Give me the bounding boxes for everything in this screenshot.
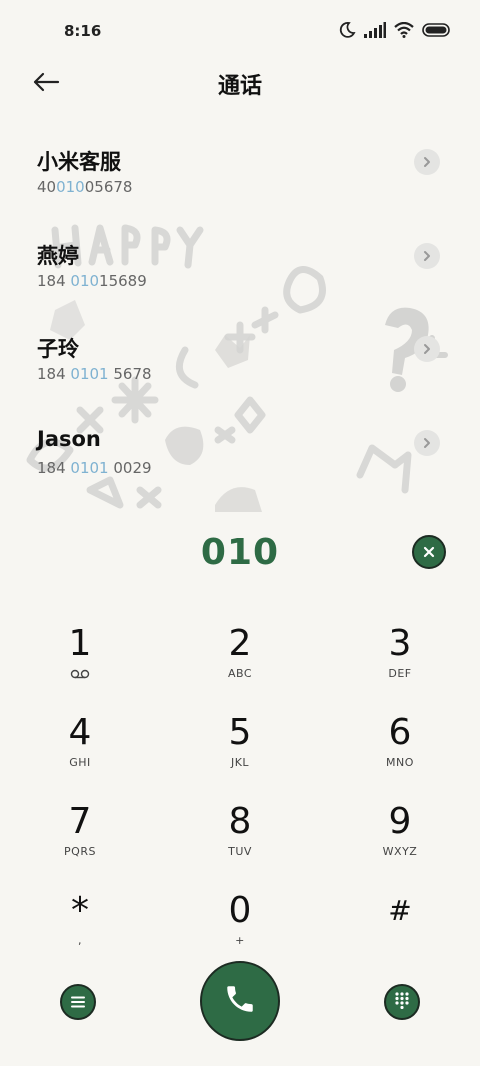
key-7[interactable]: 7 PQRS bbox=[0, 790, 160, 879]
key-letters: DEF bbox=[388, 667, 412, 680]
key-star[interactable]: * , bbox=[0, 879, 160, 968]
chevron-right-icon bbox=[421, 153, 433, 172]
chevron-right-icon bbox=[421, 247, 433, 266]
key-6[interactable]: 6 MNO bbox=[320, 701, 480, 790]
contact-details-button[interactable] bbox=[414, 149, 440, 175]
close-icon bbox=[423, 543, 435, 562]
key-1[interactable]: 1 bbox=[0, 612, 160, 701]
key-digit: 1 bbox=[68, 623, 92, 664]
key-digit: 3 bbox=[388, 623, 412, 664]
key-3[interactable]: 3 DEF bbox=[320, 612, 480, 701]
key-digit: 0 bbox=[228, 890, 252, 931]
matched-digits: 0101 bbox=[70, 459, 109, 477]
contact-details-button[interactable] bbox=[414, 243, 440, 269]
phone-icon bbox=[223, 982, 257, 1020]
contact-number: 184 0101 0029 bbox=[37, 459, 152, 477]
menu-icon bbox=[71, 993, 85, 1012]
key-8[interactable]: 8 TUV bbox=[160, 790, 320, 879]
contact-details-button[interactable] bbox=[414, 430, 440, 456]
key-letters: ABC bbox=[227, 667, 253, 680]
matched-digits: 0101 bbox=[70, 365, 109, 383]
status-time: 8:16 bbox=[64, 22, 102, 40]
key-digit: 9 bbox=[388, 801, 412, 842]
key-digit: 8 bbox=[228, 801, 252, 842]
menu-button[interactable] bbox=[60, 984, 96, 1020]
dialpad-icon bbox=[394, 991, 410, 1013]
dial-keypad: 1 2 ABC 3 DEF 4 GHI 5 JKL 6 MNO 7 PQRS 8… bbox=[0, 612, 480, 968]
moon-icon bbox=[338, 21, 356, 39]
contact-name: 小米客服 bbox=[37, 150, 121, 174]
key-2[interactable]: 2 ABC bbox=[160, 612, 320, 701]
key-5[interactable]: 5 JKL bbox=[160, 701, 320, 790]
page-title: 通话 bbox=[217, 74, 262, 99]
call-button[interactable] bbox=[200, 961, 280, 1041]
app-bar: 通话 bbox=[0, 62, 480, 106]
contact-result[interactable]: Jason 184 0101 0029 bbox=[0, 411, 480, 499]
battery-icon bbox=[422, 23, 452, 37]
contact-number: 184 0101 5678 bbox=[37, 365, 152, 383]
key-letters: JKL bbox=[230, 756, 250, 769]
key-digit: 2 bbox=[228, 623, 252, 664]
delete-button[interactable] bbox=[412, 535, 446, 569]
key-letters: , bbox=[78, 934, 82, 947]
chevron-right-icon bbox=[421, 434, 433, 453]
wifi-icon bbox=[394, 22, 414, 38]
status-bar: 8:16 bbox=[0, 0, 480, 62]
key-digit: # bbox=[388, 894, 412, 927]
key-digit: 5 bbox=[228, 712, 252, 753]
contact-name: 燕婷 bbox=[37, 244, 79, 268]
key-digit: 7 bbox=[68, 801, 92, 842]
voicemail-icon bbox=[0, 669, 160, 679]
dialpad-toggle-button[interactable] bbox=[384, 984, 420, 1020]
contact-result[interactable]: 燕婷 184 01015689 bbox=[0, 224, 480, 312]
contact-name: Jason bbox=[37, 427, 101, 451]
dialed-number[interactable]: 010 bbox=[0, 532, 480, 573]
matched-digits: 010 bbox=[56, 178, 85, 196]
key-digit: * bbox=[71, 890, 89, 931]
key-digit: 4 bbox=[68, 712, 92, 753]
key-digit: 6 bbox=[388, 712, 412, 753]
key-letters: + bbox=[235, 934, 245, 947]
contact-number: 184 01015689 bbox=[37, 272, 147, 290]
key-letters: PQRS bbox=[64, 845, 96, 858]
contact-number: 4001005678 bbox=[37, 178, 133, 196]
bottom-action-bar bbox=[0, 960, 480, 1050]
signal-icon bbox=[364, 22, 386, 38]
key-4[interactable]: 4 GHI bbox=[0, 701, 160, 790]
matched-digits: 010 bbox=[70, 272, 100, 290]
contact-result[interactable]: 子玲 184 0101 5678 bbox=[0, 317, 480, 405]
key-letters: GHI bbox=[69, 756, 91, 769]
key-hash[interactable]: # bbox=[320, 879, 480, 968]
key-letters: TUV bbox=[228, 845, 252, 858]
key-letters: WXYZ bbox=[382, 845, 418, 858]
dial-input-row: 010 bbox=[0, 520, 480, 588]
search-results: 小米客服 4001005678 燕婷 184 01015689 子玲 184 0… bbox=[0, 130, 480, 512]
key-letters: MNO bbox=[386, 756, 414, 769]
key-9[interactable]: 9 WXYZ bbox=[320, 790, 480, 879]
status-icons bbox=[338, 21, 452, 39]
key-0[interactable]: 0 + bbox=[160, 879, 320, 968]
contact-name: 子玲 bbox=[37, 337, 79, 361]
contact-result[interactable]: 小米客服 4001005678 bbox=[0, 130, 480, 218]
contact-details-button[interactable] bbox=[414, 336, 440, 362]
chevron-right-icon bbox=[421, 340, 433, 359]
